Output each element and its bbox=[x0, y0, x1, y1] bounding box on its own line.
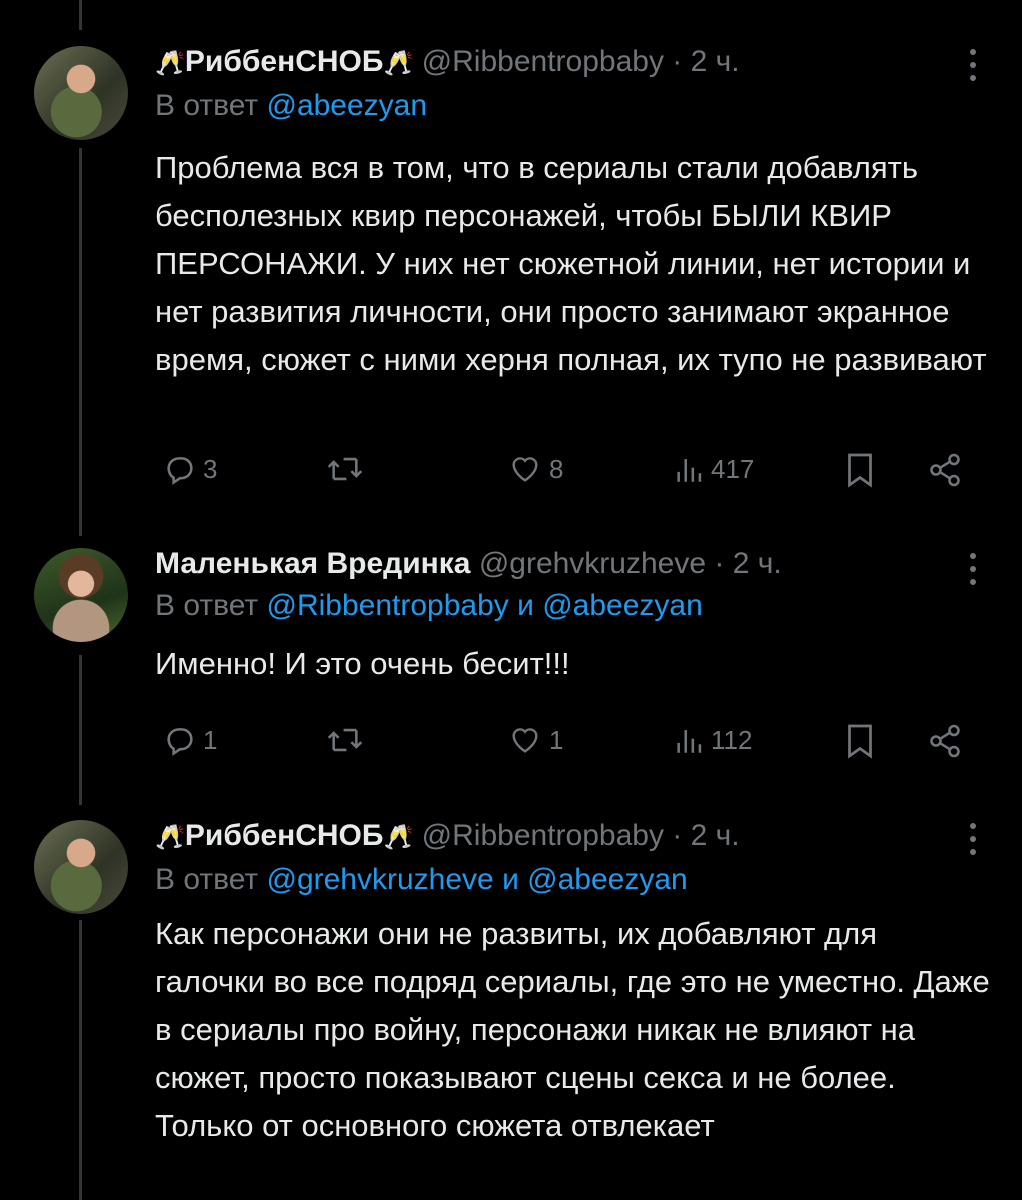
mention-link[interactable]: @abeezyan bbox=[527, 863, 688, 896]
bookmark-icon bbox=[848, 453, 872, 488]
separator: · bbox=[672, 45, 683, 78]
reply-prefix: В ответ bbox=[155, 89, 259, 122]
user-handle[interactable]: @grehvkruzheve bbox=[479, 547, 706, 580]
avatar[interactable] bbox=[34, 820, 128, 914]
reply-prefix: В ответ bbox=[155, 863, 259, 896]
heart-icon bbox=[512, 728, 538, 753]
more-icon[interactable] bbox=[968, 552, 978, 586]
like-button[interactable]: 1 bbox=[507, 723, 563, 757]
views-icon bbox=[677, 730, 702, 753]
share-icon bbox=[930, 453, 960, 487]
heart-icon bbox=[512, 457, 538, 482]
share-icon bbox=[930, 724, 960, 758]
reply-prefix: В ответ bbox=[155, 589, 259, 622]
tweet[interactable]: 🥂РиббенСНОБ🥂 @Ribbentropbaby · 2 ч. В от… bbox=[0, 0, 1022, 530]
tweet-text: Проблема вся в том, что в сериалы стали … bbox=[155, 150, 987, 377]
tweet-header: 🥂РиббенСНОБ🥂 @Ribbentropbaby · 2 ч. bbox=[155, 818, 992, 856]
mention-link[interactable]: @grehvkruzheve bbox=[266, 863, 493, 896]
mention-link[interactable]: @abeezyan bbox=[266, 89, 427, 122]
display-name[interactable]: РиббенСНОБ bbox=[185, 45, 384, 78]
share-button[interactable] bbox=[927, 723, 963, 759]
reply-count: 3 bbox=[203, 453, 218, 484]
tweet-header: 🥂РиббенСНОБ🥂 @Ribbentropbaby · 2 ч. bbox=[155, 44, 992, 82]
views-button[interactable]: 112 bbox=[675, 723, 752, 757]
share-button[interactable] bbox=[927, 452, 963, 488]
view-count: 417 bbox=[711, 453, 755, 484]
reply-context: В ответ @abeezyan bbox=[155, 88, 992, 124]
tweet-header: Маленькая Врединка @grehvkruzheve · 2 ч. bbox=[155, 546, 992, 582]
tweet[interactable]: Маленькая Врединка @grehvkruzheve · 2 ч.… bbox=[0, 530, 1022, 800]
display-name[interactable]: Маленькая Врединка bbox=[155, 547, 470, 580]
like-count: 8 bbox=[549, 453, 564, 484]
retweet-button[interactable] bbox=[325, 723, 365, 757]
more-icon[interactable] bbox=[968, 822, 978, 856]
timestamp[interactable]: 2 ч. bbox=[691, 819, 740, 852]
reply-icon bbox=[167, 728, 193, 756]
mention-joiner: и bbox=[517, 589, 534, 622]
champagne-icon: 🥂 bbox=[383, 824, 414, 851]
timestamp[interactable]: 2 ч. bbox=[733, 547, 782, 580]
mention-link[interactable]: @Ribbentropbaby bbox=[266, 589, 508, 622]
separator: · bbox=[672, 819, 683, 852]
avatar[interactable] bbox=[34, 46, 128, 140]
reply-context: В ответ @Ribbentropbaby и @abeezyan bbox=[155, 588, 992, 624]
avatar[interactable] bbox=[34, 548, 128, 642]
mention-joiner: и bbox=[502, 863, 519, 896]
mention-link[interactable]: @abeezyan bbox=[542, 589, 703, 622]
reply-context: В ответ @grehvkruzheve и @abeezyan bbox=[155, 862, 992, 898]
like-count: 1 bbox=[549, 724, 564, 755]
reply-icon bbox=[167, 457, 193, 485]
champagne-icon: 🥂 bbox=[155, 824, 185, 851]
reply-button[interactable]: 1 bbox=[163, 723, 217, 757]
user-handle[interactable]: @Ribbentropbaby bbox=[422, 819, 664, 852]
reply-button[interactable]: 3 bbox=[163, 452, 217, 486]
tweet-text: Как персонажи они не развиты, их добавля… bbox=[155, 916, 990, 1143]
action-bar: 1 1 112 bbox=[155, 723, 985, 763]
user-handle[interactable]: @Ribbentropbaby bbox=[422, 45, 664, 78]
timestamp[interactable]: 2 ч. bbox=[691, 45, 740, 78]
more-icon[interactable] bbox=[968, 48, 978, 82]
bookmark-button[interactable] bbox=[845, 452, 875, 488]
separator: · bbox=[714, 547, 725, 580]
tweet[interactable]: 🥂РиббенСНОБ🥂 @Ribbentropbaby · 2 ч. В от… bbox=[0, 800, 1022, 1200]
champagne-icon: 🥂 bbox=[383, 50, 414, 77]
retweet-icon bbox=[327, 728, 363, 752]
views-button[interactable]: 417 bbox=[675, 452, 754, 486]
like-button[interactable]: 8 bbox=[507, 452, 563, 486]
reply-count: 1 bbox=[203, 724, 218, 755]
retweet-icon bbox=[327, 457, 363, 481]
champagne-icon: 🥂 bbox=[155, 50, 185, 77]
action-bar: 3 8 417 bbox=[155, 452, 985, 492]
tweet-text: Именно! И это очень бесит!!! bbox=[155, 646, 570, 681]
bookmark-button[interactable] bbox=[845, 723, 875, 759]
view-count: 112 bbox=[711, 724, 753, 755]
bookmark-icon bbox=[848, 724, 872, 759]
retweet-button[interactable] bbox=[325, 452, 365, 486]
display-name[interactable]: РиббенСНОБ bbox=[185, 819, 384, 852]
views-icon bbox=[677, 459, 702, 482]
